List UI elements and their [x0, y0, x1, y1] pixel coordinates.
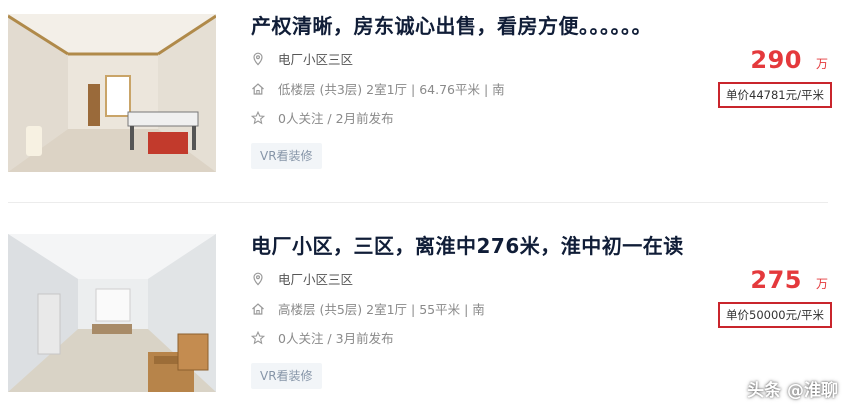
house-info-row: 高楼层 (共5层) 2室1厅 | 55平米 | 南 — [251, 300, 485, 320]
house-info-text: 高楼层 (共5层) 2室1厅 | 55平米 | 南 — [278, 302, 485, 317]
total-price: 275 万 — [750, 266, 828, 294]
room-photo-image — [8, 234, 216, 392]
listing-card: 电厂小区，三区，离淮中276米，淮中初一在读 电厂小区三区 高楼层 (共5层) … — [0, 220, 852, 400]
listing-photo[interactable] — [8, 14, 216, 172]
follow-info-row: 0人关注 / 3月前发布 — [251, 329, 394, 349]
listing-photo[interactable] — [8, 234, 216, 392]
location-pin-icon — [251, 52, 265, 66]
community-link[interactable]: 电厂小区三区 — [278, 52, 353, 67]
listing-title[interactable]: 产权清晰，房东诚心出售，看房方便。。。。。。 — [251, 10, 652, 39]
community-link[interactable]: 电厂小区三区 — [278, 272, 353, 287]
listing-card: 产权清晰，房东诚心出售，看房方便。。。。。。 电厂小区三区 低楼层 (共3层) … — [0, 0, 852, 180]
listing-divider — [8, 202, 828, 203]
vr-tag[interactable]: VR看装修 — [251, 143, 322, 169]
star-icon — [251, 331, 265, 345]
watermark: 头条 @淮聊 — [747, 381, 838, 401]
follow-info-text: 0人关注 / 3月前发布 — [278, 331, 394, 346]
vr-tag[interactable]: VR看装修 — [251, 363, 322, 389]
house-info-text: 低楼层 (共3层) 2室1厅 | 64.76平米 | 南 — [278, 82, 505, 97]
unit-price: 单价44781元/平米 — [718, 82, 832, 108]
house-info-row: 低楼层 (共3层) 2室1厅 | 64.76平米 | 南 — [251, 80, 505, 100]
home-icon — [251, 302, 265, 316]
follow-info-row: 0人关注 / 2月前发布 — [251, 109, 394, 129]
listing-title[interactable]: 电厂小区，三区，离淮中276米，淮中初一在读 — [251, 230, 684, 259]
community-row: 电厂小区三区 — [251, 50, 353, 70]
location-pin-icon — [251, 272, 265, 286]
room-photo-image — [8, 14, 216, 172]
total-price-unit: 万 — [815, 57, 828, 71]
community-row: 电厂小区三区 — [251, 270, 353, 290]
unit-price: 单价50000元/平米 — [718, 302, 832, 328]
star-icon — [251, 111, 265, 125]
total-price-value: 275 — [750, 266, 802, 294]
follow-info-text: 0人关注 / 2月前发布 — [278, 111, 394, 126]
total-price: 290 万 — [750, 46, 828, 74]
home-icon — [251, 82, 265, 96]
total-price-value: 290 — [750, 46, 802, 74]
total-price-unit: 万 — [815, 277, 828, 291]
